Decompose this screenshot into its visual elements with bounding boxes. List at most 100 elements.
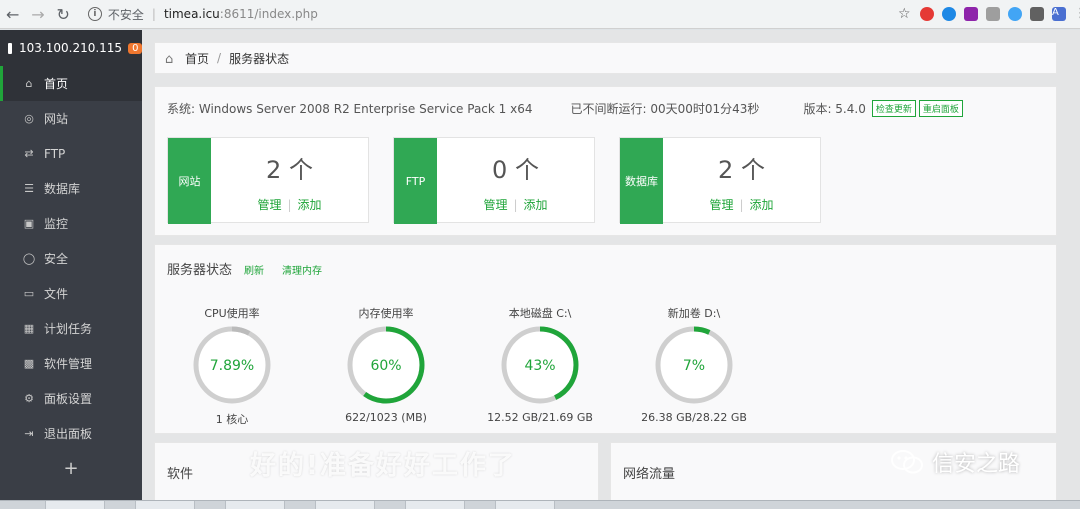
extension-icon[interactable] — [986, 7, 1001, 21]
tile-actions: 管理 | 添加 — [211, 196, 368, 213]
sidebar-item-label: 安全 — [44, 252, 69, 266]
gauge-title: 本地磁盘 C:\ — [508, 307, 572, 320]
usage-gauge: 内存使用率 60% 622/1023 (MB) — [321, 305, 451, 424]
info-icon[interactable]: i — [87, 7, 102, 21]
website-tile: 网站 2 个 管理 | 添加 — [167, 137, 369, 224]
restart-panel-button[interactable]: 重启面板 — [918, 100, 963, 117]
tile-actions: 管理 | 添加 — [437, 196, 594, 213]
gauge-title: CPU使用率 — [204, 307, 260, 320]
refresh-link[interactable]: 刷新 — [244, 262, 264, 277]
add-link[interactable]: 添加 — [750, 198, 774, 212]
shield-icon: ◯ — [22, 252, 36, 265]
gauge-detail: 622/1023 (MB) — [345, 411, 427, 424]
action-divider: | — [287, 198, 292, 212]
tile-actions: 管理 | 添加 — [663, 196, 820, 213]
sidebar-item-settings[interactable]: ⚙ 面板设置 — [0, 381, 142, 416]
monitor-icon — [8, 42, 12, 54]
sidebar-item-label: 计划任务 — [44, 322, 93, 336]
gauge-value: 7.89% — [210, 358, 254, 374]
taskbar-item[interactable] — [135, 501, 195, 509]
folder-icon: ▭ — [23, 287, 35, 300]
tile-label: 网站 — [168, 138, 211, 224]
taskbar-item[interactable] — [405, 501, 465, 509]
sidebar-item-monitor[interactable]: ▣ 监控 — [0, 206, 142, 241]
taskbar-item[interactable] — [45, 501, 105, 509]
video-caption: 好的!准备好好工作了 — [250, 451, 516, 481]
forward-icon[interactable]: → — [25, 1, 50, 27]
sidebar: 103.100.210.115 0 ⌂ 首页 ◎ 网站 ⇄ FTP ☰ 数据库 ▣ 监控 … — [0, 30, 143, 500]
extension-icon[interactable] — [942, 7, 957, 21]
check-update-button[interactable]: 检查更新 — [871, 100, 916, 117]
database-tile: 数据库 2 个 管理 | 添加 — [619, 137, 821, 224]
sidebar-item-ftp[interactable]: ⇄ FTP — [0, 136, 142, 171]
usage-gauge: CPU使用率 7.89% 1 核心 — [167, 305, 297, 427]
sidebar-item-database[interactable]: ☰ 数据库 — [0, 171, 142, 206]
gauge-ring: 7% — [655, 326, 733, 404]
action-divider: | — [513, 198, 518, 212]
notification-badge[interactable]: 0 — [128, 42, 143, 54]
manage-link[interactable]: 管理 — [257, 198, 281, 212]
sidebar-item-logout[interactable]: ⇥ 退出面板 — [0, 416, 142, 451]
action-divider: | — [739, 198, 744, 212]
avatar[interactable]: A — [1052, 7, 1067, 21]
manage-link[interactable]: 管理 — [483, 198, 507, 212]
taskbar-item[interactable] — [225, 501, 285, 509]
status-header: 服务器状态 刷新 清理内存 — [167, 259, 322, 278]
wechat-icon — [891, 450, 923, 474]
sidebar-item-website[interactable]: ◎ 网站 — [0, 101, 142, 136]
breadcrumb: ⌂ 首页 / 服务器状态 — [154, 42, 1057, 74]
breadcrumb-home[interactable]: 首页 — [185, 50, 209, 67]
monitor-icon: ▣ — [23, 217, 35, 230]
star-icon[interactable]: ☆ — [898, 7, 912, 21]
reload-icon[interactable]: ↻ — [51, 1, 76, 27]
ftp-icon: ⇄ — [24, 147, 34, 160]
add-link[interactable]: 添加 — [524, 198, 548, 212]
sidebar-item-software[interactable]: ▩ 软件管理 — [0, 346, 142, 381]
menu-icon[interactable]: ⋮ — [1074, 7, 1080, 21]
sidebar-item-cron[interactable]: ▦ 计划任务 — [0, 311, 142, 346]
settings-icon: ⚙ — [24, 392, 34, 405]
tile-label: FTP — [394, 138, 437, 224]
sidebar-item-label: 数据库 — [44, 182, 81, 196]
home-icon[interactable]: ⌂ — [165, 52, 179, 67]
gauge-title: 新加卷 D:\ — [667, 307, 721, 320]
sidebar-item-security[interactable]: ◯ 安全 — [0, 241, 142, 276]
main-content: ⌂ 首页 / 服务器状态 系统: Windows Server 2008 R2 … — [142, 30, 1080, 500]
add-link[interactable]: 添加 — [298, 198, 322, 212]
sidebar-item-label: 首页 — [44, 77, 69, 91]
status-title: 服务器状态 — [167, 263, 233, 278]
server-header: 103.100.210.115 0 — [0, 30, 143, 66]
manage-link[interactable]: 管理 — [709, 198, 733, 212]
clear-memory-link[interactable]: 清理内存 — [282, 262, 322, 277]
back-icon[interactable]: ← — [0, 1, 25, 27]
sidebar-item-label: 退出面板 — [44, 427, 93, 441]
watermark: 信安之路 — [890, 446, 1020, 478]
gauge-detail: 26.38 GB/28.22 GB — [641, 411, 747, 424]
system-info-line: 系统: Windows Server 2008 R2 Enterprise Se… — [167, 100, 963, 117]
tile-count: 0 个 — [492, 156, 539, 184]
sidebar-item-label: 面板设置 — [44, 392, 93, 406]
sidebar-item-label: 网站 — [44, 112, 69, 126]
taskbar-item[interactable] — [315, 501, 375, 509]
gauge-detail: 12.52 GB/21.69 GB — [487, 411, 593, 424]
os-info: 系统: Windows Server 2008 R2 Enterprise Se… — [167, 102, 533, 116]
taskbar-item[interactable] — [495, 501, 555, 509]
logout-icon: ⇥ — [24, 427, 34, 440]
database-icon: ☰ — [24, 182, 34, 195]
sidebar-item-files[interactable]: ▭ 文件 — [0, 276, 142, 311]
add-button[interactable]: + — [0, 451, 142, 485]
tile-count: 2 个 — [266, 156, 313, 184]
gauge-value: 60% — [370, 358, 401, 374]
system-info-panel: 系统: Windows Server 2008 R2 Enterprise Se… — [154, 86, 1057, 236]
sidebar-item-home[interactable]: ⌂ 首页 — [0, 66, 142, 101]
extension-icon[interactable] — [1008, 7, 1023, 21]
extension-icon[interactable] — [964, 7, 979, 21]
panel-version: 版本: 5.4.0 — [803, 102, 866, 116]
address-bar[interactable]: i 不安全 | timea.icu :8611/index.php — [87, 3, 798, 25]
sidebar-item-label: FTP — [44, 146, 66, 161]
usage-gauge: 本地磁盘 C:\ 43% 12.52 GB/21.69 GB — [475, 305, 605, 424]
extension-icon[interactable] — [920, 7, 935, 21]
url-path: :8611/index.php — [219, 7, 318, 21]
gauge-ring: 43% — [501, 326, 579, 404]
extension-icon[interactable] — [1030, 7, 1045, 21]
